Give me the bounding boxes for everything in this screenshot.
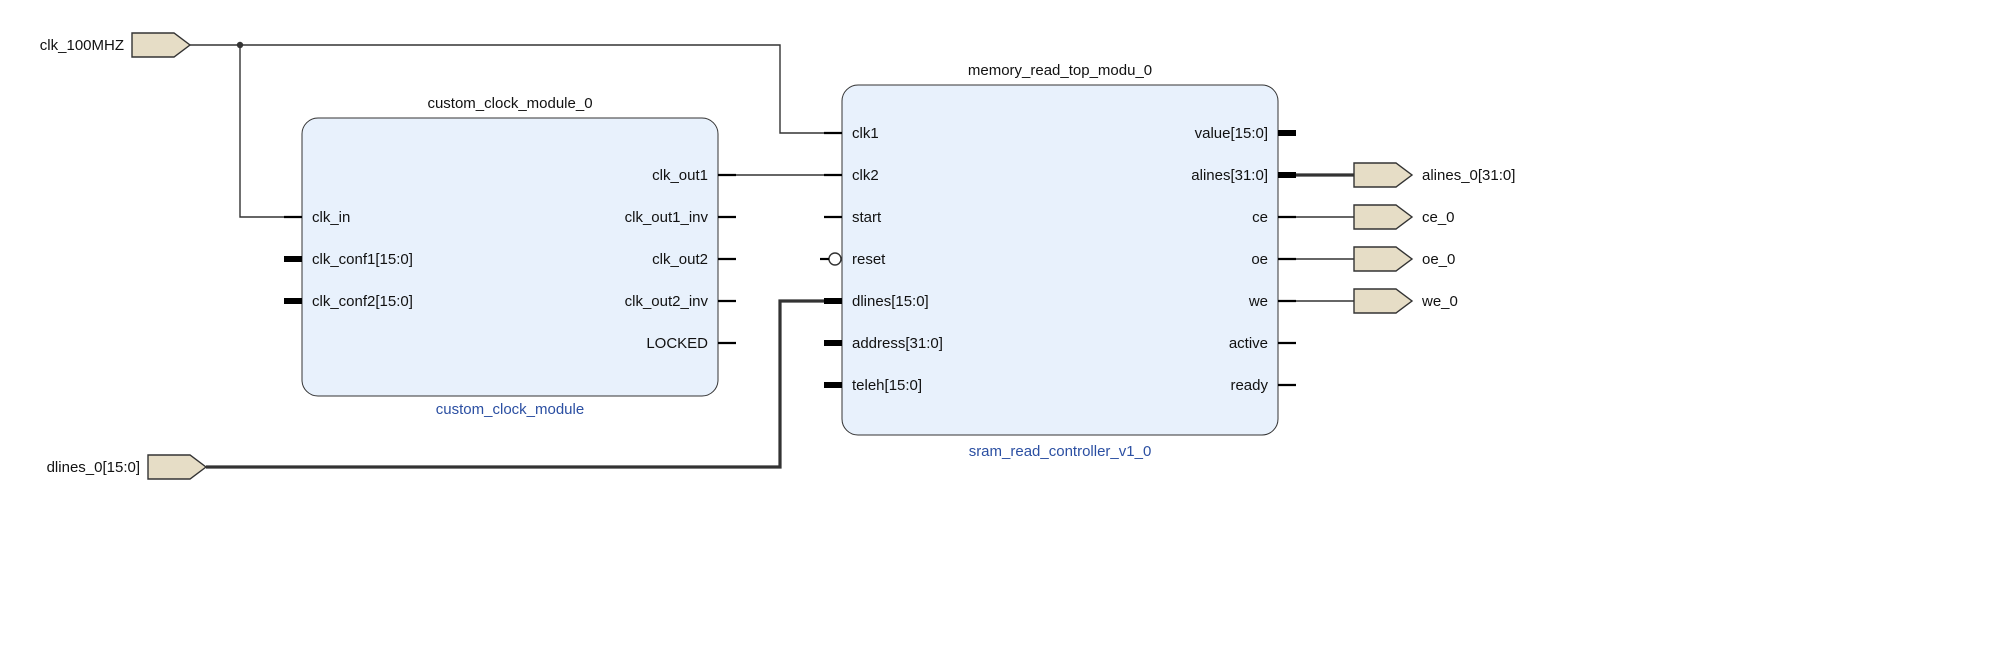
- ext-port-we-out[interactable]: we_0: [1354, 289, 1458, 313]
- mem-port-ce: ce: [1252, 209, 1268, 226]
- mem-port-clk1: clk1: [852, 125, 879, 142]
- ext-port-oe-out-label: oe_0: [1422, 251, 1455, 268]
- mem-port-value: value[15:0]: [1195, 125, 1268, 142]
- ext-port-alines-out-label: alines_0[31:0]: [1422, 167, 1515, 184]
- clock-port-clk-conf1: clk_conf1[15:0]: [312, 251, 413, 268]
- clock-port-clk-out2: clk_out2: [652, 251, 708, 268]
- ext-port-alines-out[interactable]: alines_0[31:0]: [1354, 163, 1515, 187]
- block-mem-instance: memory_read_top_modu_0: [968, 62, 1152, 79]
- mem-port-start: start: [852, 209, 882, 226]
- block-clock-instance: custom_clock_module_0: [427, 95, 592, 112]
- mem-port-ready: ready: [1230, 377, 1268, 394]
- ext-port-dlines-in-label: dlines_0[15:0]: [47, 459, 140, 476]
- ext-port-ce-out-label: ce_0: [1422, 209, 1455, 226]
- mem-port-active: active: [1229, 335, 1268, 352]
- clock-port-clk-in: clk_in: [312, 209, 350, 226]
- ext-port-oe-out[interactable]: oe_0: [1354, 247, 1455, 271]
- junction-dot-icon: [237, 42, 243, 48]
- net-clk100-to-clkin: [190, 45, 284, 217]
- block-mem[interactable]: memory_read_top_modu_0 sram_read_control…: [820, 62, 1296, 460]
- ext-port-dlines-in[interactable]: dlines_0[15:0]: [47, 455, 206, 479]
- mem-port-oe: oe: [1251, 251, 1268, 268]
- mem-port-teleh: teleh[15:0]: [852, 377, 922, 394]
- clock-port-clk-conf2: clk_conf2[15:0]: [312, 293, 413, 310]
- mem-port-reset: reset: [852, 251, 886, 268]
- mem-port-alines: alines[31:0]: [1191, 167, 1268, 184]
- clock-port-locked: LOCKED: [646, 335, 708, 352]
- block-clock-type: custom_clock_module: [436, 401, 584, 418]
- clock-port-clk-out1: clk_out1: [652, 167, 708, 184]
- block-diagram: clk_100MHZ dlines_0[15:0] custom_clock_m…: [0, 0, 1997, 651]
- clock-port-clk-out2-inv: clk_out2_inv: [625, 293, 709, 310]
- mem-port-address: address[31:0]: [852, 335, 943, 352]
- mem-port-dlines: dlines[15:0]: [852, 293, 929, 310]
- block-mem-type: sram_read_controller_v1_0: [969, 443, 1152, 460]
- ext-port-ce-out[interactable]: ce_0: [1354, 205, 1455, 229]
- ext-port-clk-100mhz-label: clk_100MHZ: [40, 37, 124, 54]
- ext-port-clk-100mhz[interactable]: clk_100MHZ: [40, 33, 190, 57]
- mem-port-we: we: [1248, 293, 1268, 310]
- ext-port-we-out-label: we_0: [1421, 293, 1458, 310]
- block-clock[interactable]: custom_clock_module_0 custom_clock_modul…: [284, 95, 736, 418]
- inversion-bubble-icon: [829, 253, 841, 265]
- mem-port-clk2: clk2: [852, 167, 879, 184]
- clock-port-clk-out1-inv: clk_out1_inv: [625, 209, 709, 226]
